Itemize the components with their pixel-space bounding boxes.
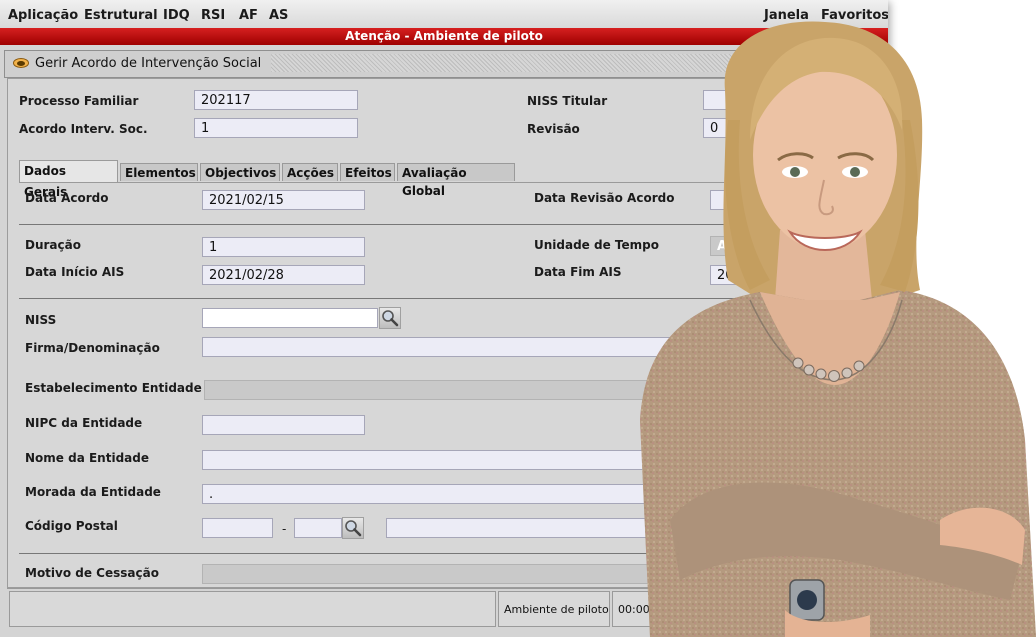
tab-dados-gerais[interactable]: Dados Gerais [19, 160, 118, 199]
window-title: Gerir Acordo de Intervenção Social [35, 56, 268, 71]
codigo-postal-field-1[interactable] [202, 518, 273, 538]
menu-aplicacao[interactable]: Aplicação [8, 8, 78, 23]
label-nipc: NIPC da Entidade [25, 416, 143, 430]
label-data-fim-ais: Data Fim AIS [534, 265, 622, 279]
menu-estrutural[interactable]: Estrutural [84, 8, 158, 23]
status-message [9, 591, 496, 627]
label-duracao: Duração [25, 238, 81, 252]
label-processo-familiar: Processo Familiar [19, 94, 139, 108]
label-motivo-cessacao: Motivo de Cessação [25, 566, 159, 580]
niss-field[interactable] [202, 308, 378, 328]
tab-objectivos[interactable]: Objectivos [200, 163, 280, 181]
label-data-acordo: Data Acordo [25, 191, 109, 205]
nipc-field[interactable] [202, 415, 365, 435]
label-niss-titular: NISS Titular [527, 94, 608, 108]
tab-efeitos[interactable]: Efeitos [340, 163, 395, 181]
magnifier-icon [382, 310, 399, 327]
label-nome-entidade: Nome da Entidade [25, 451, 149, 465]
label-firma: Firma/Denominação [25, 341, 160, 355]
menu-idq[interactable]: IDQ [163, 8, 190, 23]
label-estabelecimento: Estabelecimento Entidade [25, 381, 202, 395]
label-morada: Morada da Entidade [25, 485, 161, 499]
eye-icon [13, 58, 29, 68]
processo-familiar-field[interactable]: 202117 [194, 90, 358, 110]
codigo-postal-field-2[interactable] [294, 518, 342, 538]
label-data-inicio-ais: Data Início AIS [25, 265, 125, 279]
status-environment: Ambiente de piloto [498, 591, 610, 627]
acordo-interv-field[interactable]: 1 [194, 118, 358, 138]
niss-search-button[interactable] [379, 307, 401, 329]
label-niss: NISS [25, 313, 57, 327]
tab-avaliacao-global[interactable]: Avaliação Global [397, 163, 515, 198]
label-acordo-interv: Acordo Interv. Soc. [19, 122, 148, 136]
label-codigo-postal: Código Postal [25, 519, 118, 533]
menu-rsi[interactable]: RSI [201, 8, 225, 23]
label-revisao: Revisão [527, 122, 580, 136]
data-inicio-ais-field[interactable]: 2021/02/28 [202, 265, 365, 285]
menu-af[interactable]: AF [239, 8, 258, 23]
data-acordo-field[interactable]: 2021/02/15 [202, 190, 365, 210]
duracao-field[interactable]: 1 [202, 237, 365, 257]
tab-elementos[interactable]: Elementos [120, 163, 198, 181]
menu-as[interactable]: AS [269, 8, 288, 23]
magnifier-icon [345, 520, 362, 537]
woman-photo [640, 21, 1036, 637]
tab-accoes[interactable]: Acções [282, 163, 338, 181]
codigo-postal-separator: - [282, 522, 287, 536]
codigo-postal-search-button[interactable] [342, 517, 364, 539]
